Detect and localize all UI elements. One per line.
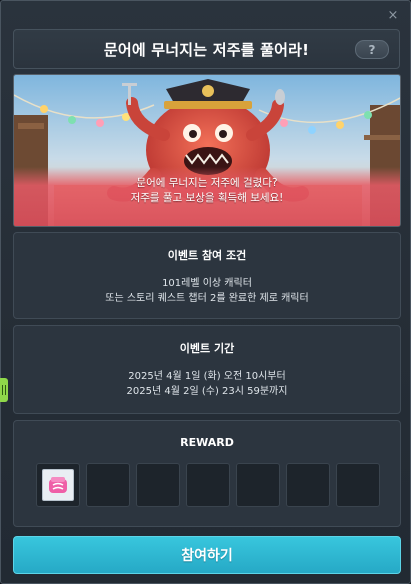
reward-title: REWARD [180, 436, 234, 449]
pink-box-item-icon[interactable] [42, 469, 74, 501]
title-bar: 문어에 무너지는 저주를 풀어라! ? [13, 29, 400, 69]
event-window: × 문어에 무너지는 저주를 풀어라! ? 문어에 무너지는 저주에 걸렸다? … [0, 0, 411, 584]
banner-caption-line1: 문어에 무너지는 저주에 걸렸다? [136, 177, 278, 189]
period-title: 이벤트 기간 [179, 342, 235, 355]
condition-title: 이벤트 참여 조건 [167, 249, 247, 262]
page-title: 문어에 무너지는 저주를 풀어라! [103, 40, 310, 59]
close-icon[interactable]: × [386, 9, 400, 23]
reward-slot[interactable] [86, 463, 130, 507]
help-button[interactable]: ? [355, 40, 389, 59]
banner-caption: 문어에 무너지는 저주에 걸렸다? 저주를 풀고 보상을 획득해 보세요! [14, 176, 400, 206]
reward-slot[interactable] [136, 463, 180, 507]
condition-line2: 또는 스토리 퀘스트 챕터 2를 완료한 제로 캐릭터 [105, 293, 309, 304]
side-tab-handle[interactable] [0, 378, 8, 402]
pink-box-icon [49, 477, 67, 493]
period-line2: 2025년 4월 2일 (수) 23시 59분까지 [126, 386, 288, 397]
condition-panel: 이벤트 참여 조건 101레벨 이상 캐릭터 또는 스토리 퀘스트 챕터 2를 … [13, 232, 401, 319]
reward-slot[interactable] [186, 463, 230, 507]
reward-slot[interactable] [236, 463, 280, 507]
period-panel: 이벤트 기간 2025년 4월 1일 (화) 오전 10시부터 2025년 4월… [13, 325, 401, 414]
join-button[interactable]: 참여하기 [13, 536, 401, 574]
reward-slot[interactable] [286, 463, 330, 507]
banner-caption-line2: 저주를 풀고 보상을 획득해 보세요! [130, 192, 284, 204]
join-button-label: 참여하기 [181, 548, 233, 564]
reward-slot[interactable] [36, 463, 80, 507]
grip-icon [2, 385, 6, 395]
event-banner: 문어에 무너지는 저주에 걸렸다? 저주를 풀고 보상을 획득해 보세요! [13, 74, 401, 227]
reward-slot[interactable] [336, 463, 380, 507]
condition-line1: 101레벨 이상 캐릭터 [162, 278, 252, 289]
period-line1: 2025년 4월 1일 (화) 오전 10시부터 [128, 371, 286, 382]
